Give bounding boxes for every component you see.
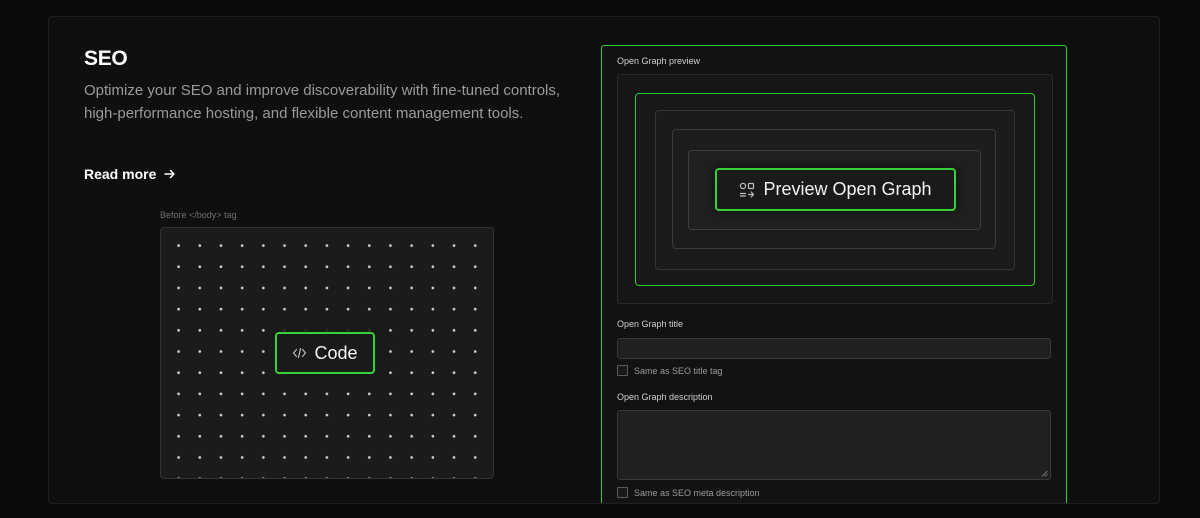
og-title-label: Open Graph title: [617, 319, 684, 329]
preview-button-label: Preview Open Graph: [763, 179, 932, 199]
shapes-icon: [740, 182, 755, 198]
code-panel-label: Before </body> tag: [160, 210, 237, 220]
resize-handle-icon[interactable]: [1041, 470, 1048, 477]
og-title-checkbox[interactable]: [617, 365, 628, 376]
og-preview-frame: Preview Open Graph: [617, 74, 1053, 304]
og-description-label: Open Graph description: [617, 392, 713, 402]
code-panel: Code: [160, 227, 494, 479]
code-icon: [293, 347, 307, 359]
preview-open-graph-button[interactable]: Preview Open Graph: [715, 168, 956, 211]
og-title-checkbox-row[interactable]: Same as SEO title tag: [617, 365, 723, 376]
og-description-checkbox-label: Same as SEO meta description: [634, 487, 760, 498]
open-graph-panel: Open Graph preview Preview Open Graph Op…: [601, 45, 1067, 503]
read-more-link[interactable]: Read more: [84, 166, 176, 182]
section-description: Optimize your SEO and improve discoverab…: [84, 82, 561, 122]
seo-feature-card: SEO Optimize your SEO and improve discov…: [48, 16, 1160, 504]
og-description-textarea[interactable]: [617, 410, 1051, 480]
og-title-input[interactable]: [617, 338, 1051, 359]
og-description-checkbox-row[interactable]: Same as SEO meta description: [617, 487, 760, 498]
code-button-label: Code: [314, 342, 358, 363]
arrow-right-icon: [164, 169, 176, 179]
og-title-checkbox-label: Same as SEO title tag: [634, 365, 723, 376]
code-button[interactable]: Code: [275, 332, 375, 374]
read-more-label: Read more: [84, 166, 157, 182]
og-description-checkbox[interactable]: [617, 487, 628, 498]
section-title: SEO: [84, 47, 128, 70]
og-preview-label: Open Graph preview: [617, 56, 701, 66]
